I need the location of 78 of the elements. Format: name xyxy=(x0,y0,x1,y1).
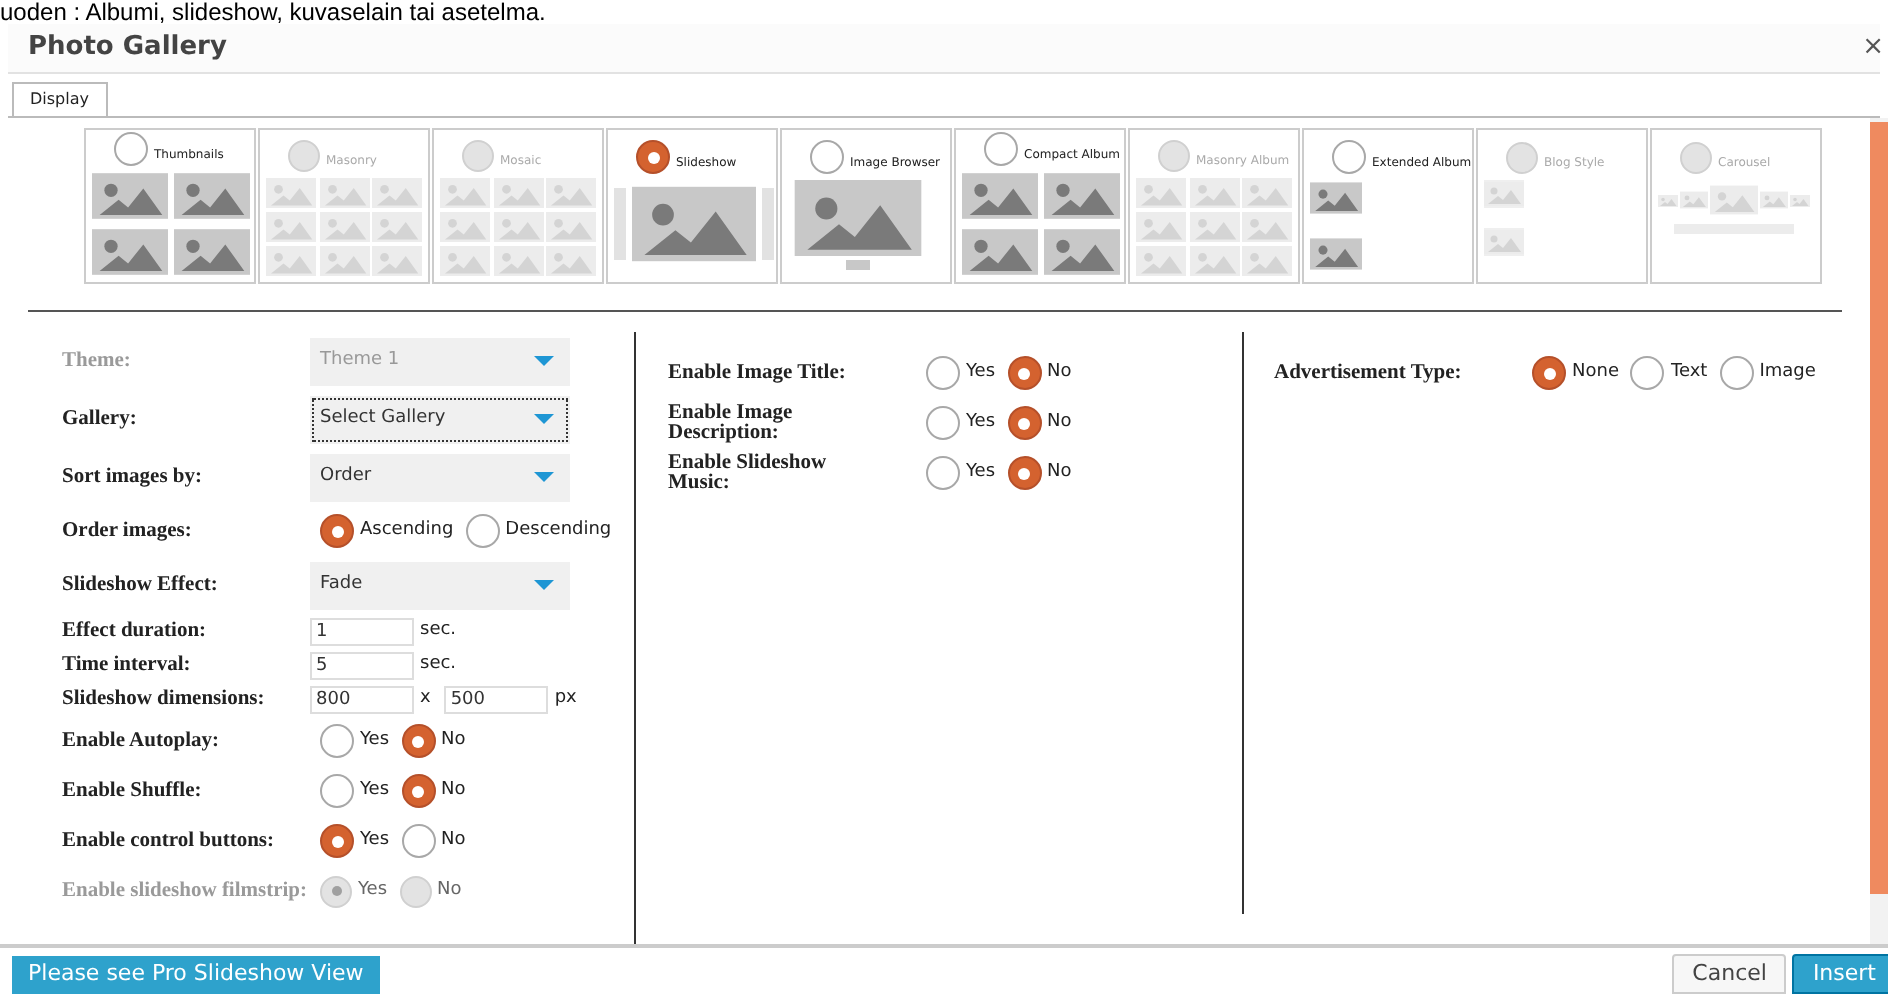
field-label: Gallery: xyxy=(62,409,139,429)
field-label: Enable Image Description: xyxy=(668,403,795,443)
radio-button[interactable] xyxy=(320,774,354,808)
field-label: Theme: xyxy=(62,351,133,371)
caret-icon xyxy=(534,472,554,482)
field-label: Effect duration: xyxy=(62,621,209,641)
field-label: Advertisement Type: xyxy=(1274,363,1464,383)
field-label: Enable Autoplay: xyxy=(62,731,221,751)
unit-label: x xyxy=(420,685,431,712)
radio-button[interactable] xyxy=(401,724,436,758)
caret-icon xyxy=(534,580,554,590)
option-label: No xyxy=(437,877,462,904)
field-label: Enable Image Title: xyxy=(668,363,848,383)
radio-button[interactable] xyxy=(401,824,436,858)
option-label: No xyxy=(1047,409,1072,436)
radio-button[interactable] xyxy=(465,514,500,548)
field-label: Order images: xyxy=(62,521,194,541)
radio-button[interactable] xyxy=(984,132,1018,166)
radio-button[interactable] xyxy=(320,514,354,548)
option-label: No xyxy=(1047,359,1072,386)
unit-label: sec. xyxy=(420,651,457,678)
field-label: Enable Slideshow Music: xyxy=(668,453,829,493)
radio-button[interactable] xyxy=(1007,406,1042,440)
option-label: No xyxy=(441,827,466,854)
unit-label: sec. xyxy=(420,617,457,644)
option-label: Yes xyxy=(360,827,390,854)
window-title: Photo Gallery xyxy=(28,30,227,67)
field-label: Enable slideshow filmstrip: xyxy=(62,881,310,901)
option-label: Image xyxy=(1759,359,1816,386)
layout-preview-drawing xyxy=(1478,174,1530,262)
option-label: Yes xyxy=(360,727,390,754)
caret-icon xyxy=(534,356,554,366)
dropdown-select[interactable]: Order xyxy=(310,453,570,501)
close-button[interactable]: × xyxy=(1862,28,1884,68)
field-label: Sort images by: xyxy=(62,467,204,487)
cancel-button[interactable]: Cancel xyxy=(1672,954,1787,994)
field-label: Slideshow Effect: xyxy=(62,575,220,595)
radio-button[interactable] xyxy=(1630,356,1665,390)
text-input[interactable]: 800 xyxy=(310,685,414,713)
option-label: Ascending xyxy=(360,517,454,544)
radio-button[interactable] xyxy=(1532,356,1566,390)
unit-label: px xyxy=(554,685,577,712)
text-input[interactable]: 500 xyxy=(444,685,549,713)
dropdown-select[interactable]: Fade xyxy=(310,561,570,609)
option-label: No xyxy=(441,727,466,754)
page-caption: uoden : Albumi, slideshow, kuvaselain tai asetelma. xyxy=(0,0,546,24)
radio-button[interactable] xyxy=(114,132,148,166)
radio-button[interactable] xyxy=(926,356,960,390)
radio-button[interactable] xyxy=(320,724,354,758)
tab[interactable]: Display xyxy=(12,82,107,116)
option-label: Yes xyxy=(966,359,996,386)
option-label: No xyxy=(441,777,466,804)
dropdown-select[interactable]: Select Gallery xyxy=(310,395,570,443)
option-label: Yes xyxy=(358,877,388,904)
option-label: Yes xyxy=(966,459,996,486)
caret-icon xyxy=(534,414,554,424)
option-label: Text xyxy=(1670,359,1708,386)
radio-button[interactable] xyxy=(1007,356,1042,390)
radio-button[interactable] xyxy=(810,140,844,174)
field-label: Enable control buttons: xyxy=(62,831,276,851)
radio-button[interactable] xyxy=(1719,356,1754,390)
option-label: No xyxy=(1047,459,1072,486)
field-label: Enable Shuffle: xyxy=(62,781,204,801)
option-label: Yes xyxy=(360,777,390,804)
radio-button[interactable] xyxy=(1332,140,1366,174)
option-label: None xyxy=(1572,359,1619,386)
radio-button[interactable] xyxy=(636,140,670,174)
field-label: Time interval: xyxy=(62,655,193,675)
radio-button[interactable] xyxy=(926,406,960,440)
field-label: Slideshow dimensions: xyxy=(62,689,267,709)
radio-button[interactable] xyxy=(401,774,436,808)
radio-button[interactable] xyxy=(1007,456,1042,490)
option-label: Descending xyxy=(505,517,612,544)
text-input[interactable]: 1 xyxy=(310,617,414,645)
radio-button[interactable] xyxy=(926,456,960,490)
text-input[interactable]: 5 xyxy=(310,651,414,679)
radio-button[interactable] xyxy=(320,824,354,858)
option-label: Yes xyxy=(966,409,996,436)
